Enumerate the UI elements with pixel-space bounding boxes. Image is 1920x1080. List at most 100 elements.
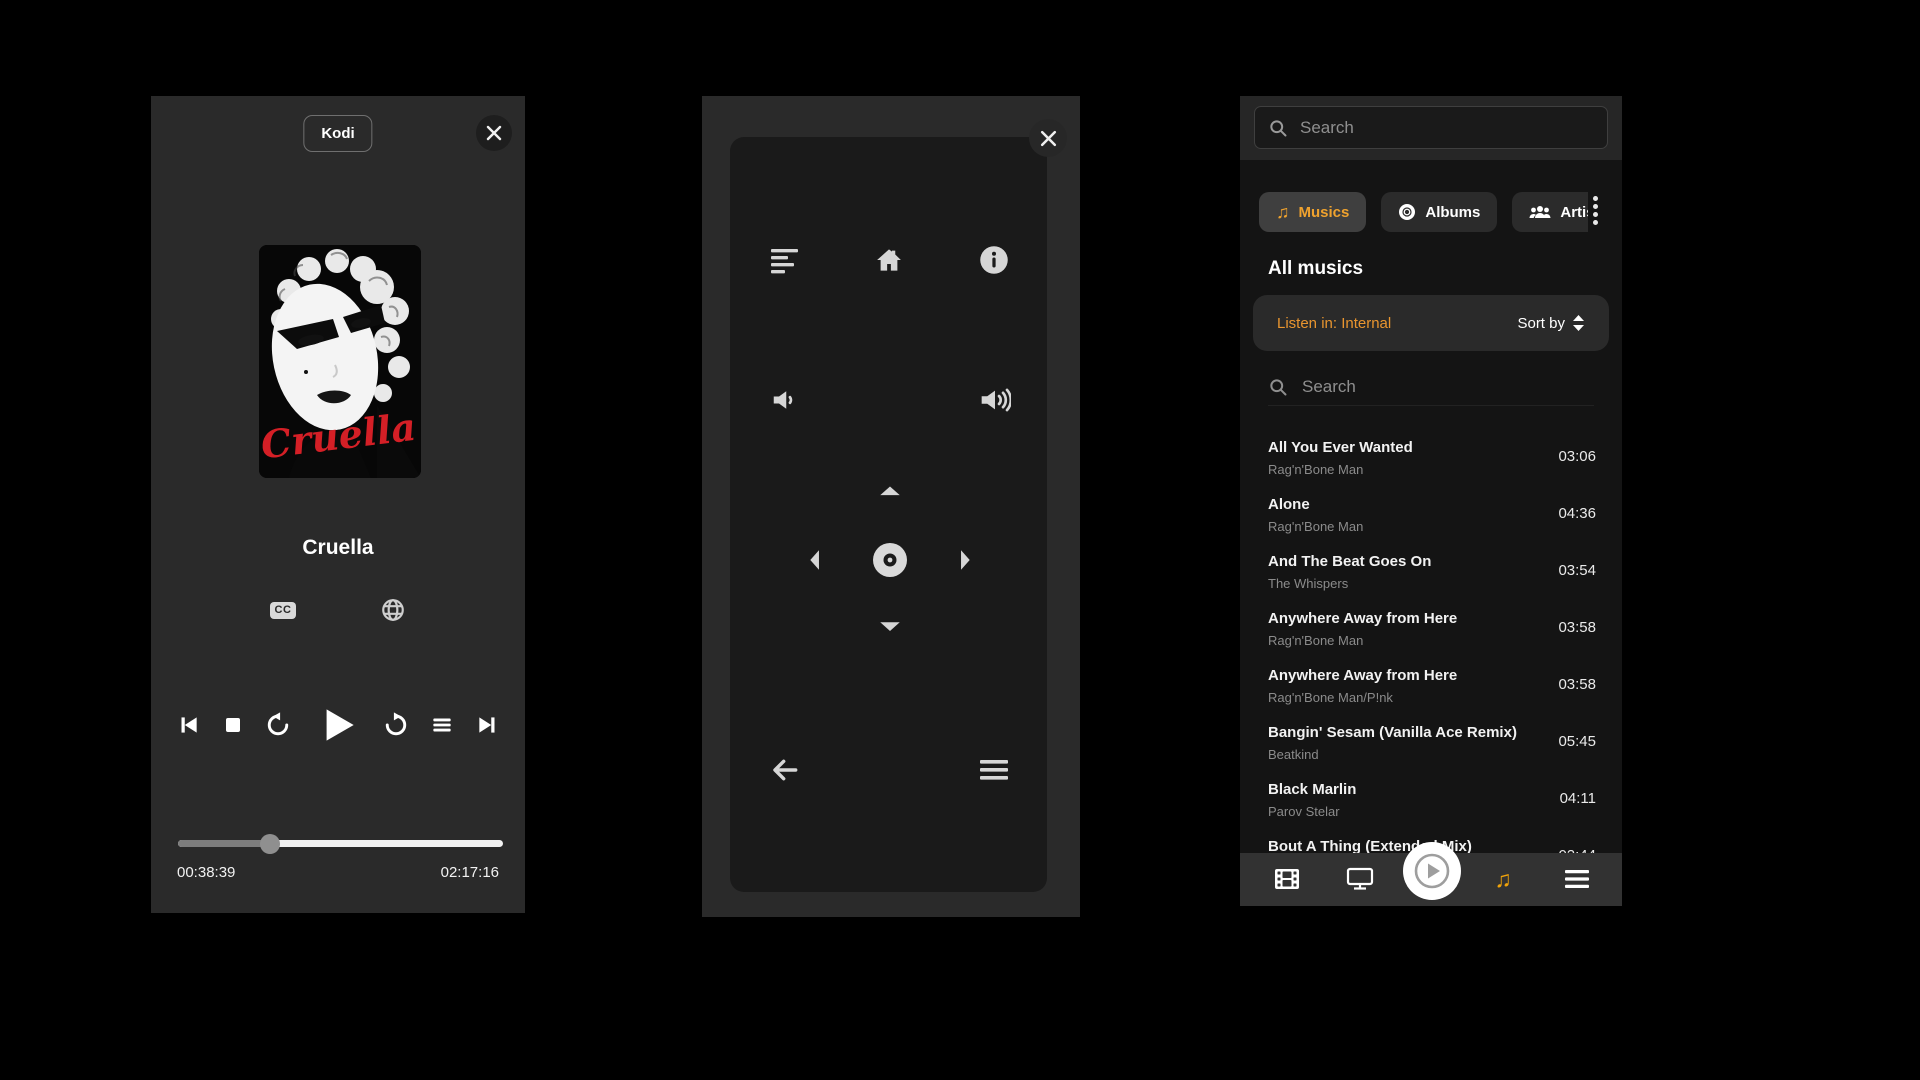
seek-slider[interactable] [178,840,503,847]
play-icon [312,700,362,750]
queue-icon [429,712,455,738]
back-button[interactable] [761,746,809,794]
library-tabs: ♫ Musics Albums Artists [1259,192,1588,232]
nav-tvshows-button[interactable] [1338,857,1382,901]
remote-close-button[interactable] [1029,119,1067,157]
song-duration: 03:58 [1558,609,1596,638]
song-row[interactable]: Alone Rag'n'Bone Man 04:36 [1240,487,1622,544]
list-search-input[interactable] [1302,377,1594,397]
remote-panel [702,96,1080,917]
song-duration: 03:06 [1558,438,1596,467]
song-artist: The Whispers [1268,574,1431,593]
dpad-right-button[interactable] [943,536,991,584]
volume-down-button[interactable] [761,376,809,424]
play-button[interactable] [312,700,362,750]
stop-button[interactable] [221,713,245,737]
tab-albums[interactable]: Albums [1381,192,1497,232]
listen-in-selector[interactable]: Listen in: Internal [1277,315,1391,332]
app-chip[interactable]: Kodi [303,115,372,152]
song-row[interactable]: Anywhere Away from Here Rag'n'Bone Man 0… [1240,601,1622,658]
tab-musics[interactable]: ♫ Musics [1259,192,1366,232]
film-icon [1274,868,1300,890]
arrow-right-icon [954,547,980,573]
sort-by-selector[interactable]: Sort by [1517,315,1585,332]
artists-people-icon [1529,203,1551,221]
arrow-up-icon [877,482,903,508]
close-icon [1039,129,1058,148]
volume-up-icon [979,384,1011,416]
song-row[interactable]: Bangin' Sesam (Vanilla Ace Remix) Beatki… [1240,715,1622,772]
skip-previous-button[interactable] [175,712,201,738]
skip-next-icon [475,712,501,738]
now-playing-fab[interactable] [1403,842,1461,900]
song-title: Black Marlin [1268,780,1356,800]
song-artist: Rag'n'Bone Man [1268,631,1457,650]
music-library-panel: ♫ Musics Albums Artists [1240,96,1622,906]
tab-artists[interactable]: Artists [1512,192,1588,232]
music-note-icon: ♫ [1494,868,1511,891]
movie-poster: Cruella [259,245,421,478]
skip-next-button[interactable] [475,712,501,738]
playlist-button[interactable] [429,712,455,738]
globe-icon [380,597,406,623]
list-search-box[interactable] [1268,368,1594,406]
song-duration: 05:45 [1558,723,1596,752]
now-playing-panel: Kodi [151,96,525,913]
remote-pad [730,137,1047,892]
song-title: All You Ever Wanted [1268,438,1413,458]
global-search-box[interactable] [1254,106,1608,149]
audio-language-button[interactable] [380,597,406,623]
close-button[interactable] [476,115,512,151]
nav-music-button[interactable]: ♫ [1481,857,1525,901]
total-time: 02:17:16 [441,864,499,881]
song-duration: 02:44 [1558,837,1596,853]
skip-previous-icon [175,712,201,738]
search-icon [1268,377,1288,397]
cc-icon: CC [270,602,297,619]
select-icon [872,542,908,578]
home-button[interactable] [865,236,913,284]
song-artist: Rag'n'Bone Man [1268,460,1413,479]
info-button[interactable] [970,236,1018,284]
song-duration: 03:58 [1558,666,1596,695]
dpad-up-button[interactable] [866,471,914,519]
dpad-left-button[interactable] [789,536,837,584]
close-icon [485,124,503,142]
media-title: Cruella [151,536,525,560]
song-duration: 04:36 [1558,495,1596,524]
context-menu-button[interactable] [970,746,1018,794]
song-duration: 03:54 [1558,552,1596,581]
menu-button[interactable] [762,236,810,284]
fast-forward-button[interactable] [382,711,410,739]
home-icon [874,245,904,275]
nav-movies-button[interactable] [1265,857,1309,901]
song-artist: Rag'n'Bone Man [1268,517,1363,536]
subtitles-button[interactable]: CC [270,602,297,619]
song-row[interactable]: Black Marlin Parov Stelar 04:11 [1240,772,1622,829]
song-row[interactable]: And The Beat Goes On The Whispers 03:54 [1240,544,1622,601]
rewind-button[interactable] [264,711,292,739]
info-icon [979,245,1009,275]
arrow-down-icon [877,612,903,638]
back-arrow-icon [769,754,801,786]
volume-up-button[interactable] [971,376,1019,424]
song-row[interactable]: Anywhere Away from Here Rag'n'Bone Man/P… [1240,658,1622,715]
monitor-icon [1346,867,1374,891]
filter-bar: Listen in: Internal Sort by [1253,295,1609,351]
song-row[interactable]: All You Ever Wanted Rag'n'Bone Man 03:06 [1240,430,1622,487]
song-artist: Rag'n'Bone Man/P!nk [1268,688,1457,707]
library-topbar [1240,96,1622,160]
song-title: And The Beat Goes On [1268,552,1431,572]
global-search-input[interactable] [1300,118,1594,138]
nav-more-button[interactable] [1555,857,1599,901]
seek-thumb[interactable] [260,834,280,854]
volume-down-icon [770,385,800,415]
song-duration: 04:11 [1560,780,1596,809]
dpad-select-button[interactable] [866,536,914,584]
tabs-overflow-dots-icon[interactable] [1593,196,1598,225]
album-disc-icon [1398,203,1416,221]
dpad-down-button[interactable] [866,601,914,649]
stop-icon [221,713,245,737]
hamburger-icon [979,757,1009,783]
hamburger-icon [1564,869,1590,889]
